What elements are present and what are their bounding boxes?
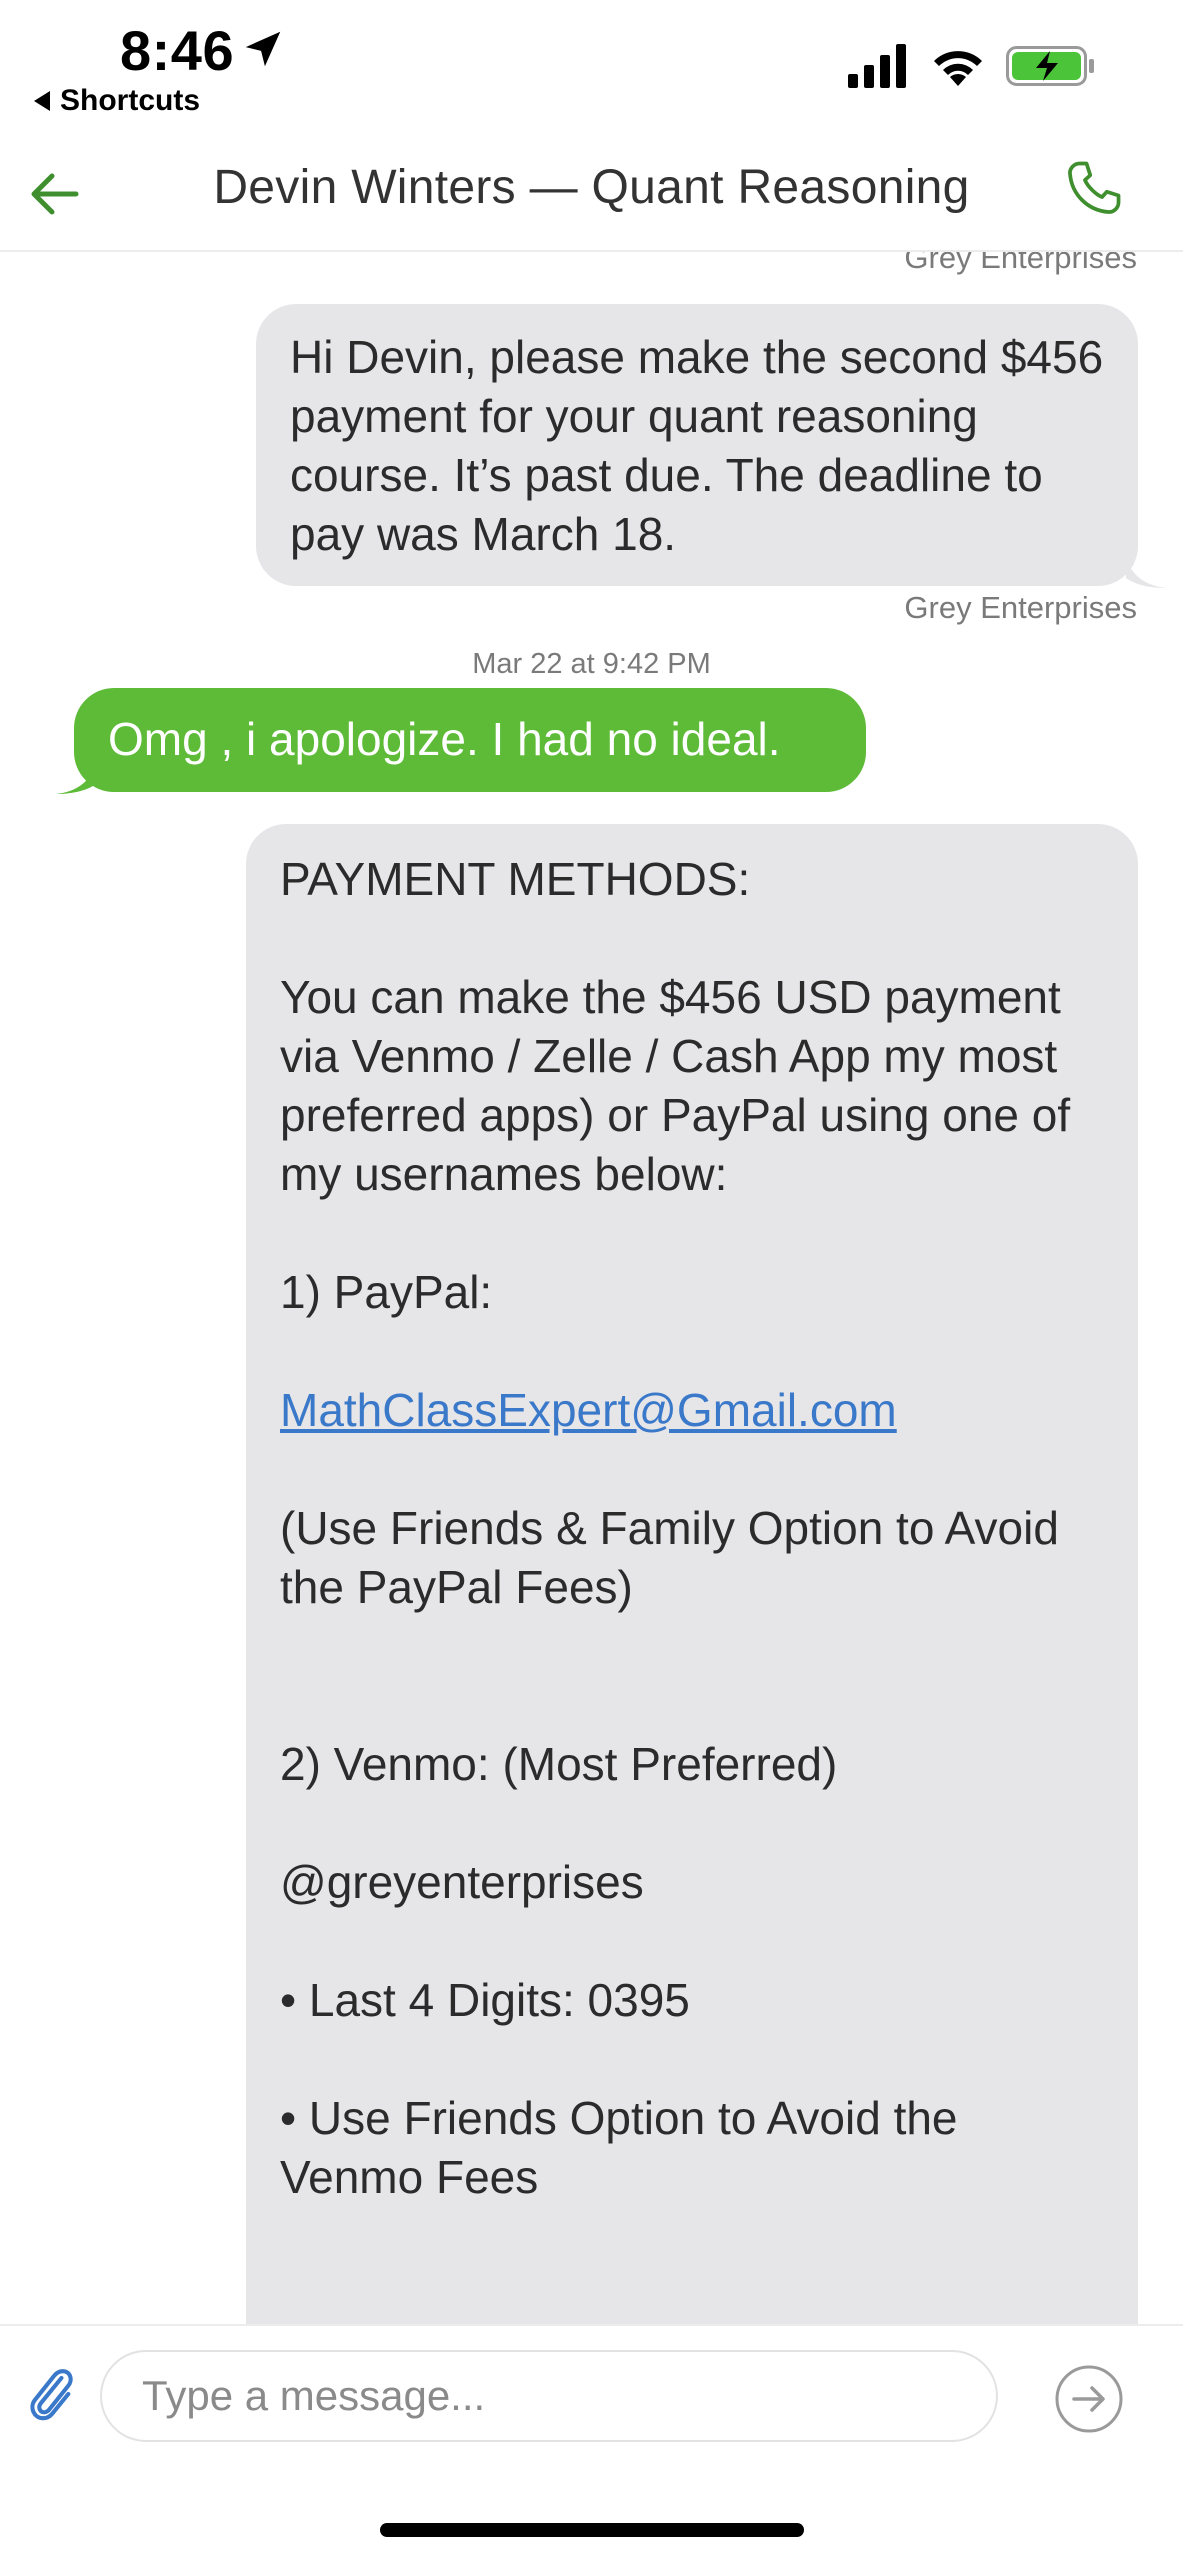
paypal-label: 1) PayPal: <box>280 1266 493 1318</box>
venmo-note: • Use Friends Option to Avoid the Venmo … <box>280 2092 971 2203</box>
message-bubble-outgoing[interactable]: Omg , i apologize. I had no ideal. <box>74 688 866 792</box>
back-triangle-icon <box>34 91 50 111</box>
message-bubble-incoming[interactable]: Hi Devin, please make the second $456 pa… <box>256 304 1138 586</box>
back-to-app-link[interactable]: Shortcuts <box>34 84 200 118</box>
paypal-email-link[interactable]: MathClassExpert@Gmail.com <box>280 1384 897 1436</box>
back-app-label: Shortcuts <box>60 84 201 117</box>
sender-label: Grey Enterprises <box>904 590 1137 625</box>
phone-icon[interactable] <box>1062 156 1126 220</box>
bubble-tail <box>1126 558 1166 588</box>
payment-intro: You can make the $456 USD payment via Ve… <box>280 971 1083 1200</box>
status-bar: 8:46 Shortcuts <box>0 0 1183 130</box>
conversation-title: Devin Winters — Quant Reasoning <box>213 161 970 214</box>
battery-charging-icon <box>1006 46 1094 86</box>
sender-label-top: Grey Enterprises <box>904 252 1137 275</box>
cellular-signal-icon <box>848 44 906 88</box>
location-arrow-icon <box>245 31 281 67</box>
paperclip-icon[interactable] <box>22 2362 78 2426</box>
venmo-digits: • Last 4 Digits: 0395 <box>280 1974 690 2026</box>
home-indicator[interactable] <box>380 2523 804 2537</box>
bubble-tail <box>56 764 96 794</box>
send-arrow-icon[interactable] <box>1054 2364 1124 2434</box>
venmo-label: 2) Venmo: (Most Preferred) <box>280 1738 838 1790</box>
status-time: 8:46 <box>120 19 235 82</box>
message-text: Omg , i apologize. I had no ideal. <box>108 713 781 765</box>
message-bubble-incoming[interactable]: PAYMENT METHODS: You can make the $456 U… <box>246 824 1138 2324</box>
conversation-header: Devin Winters — Quant Reasoning <box>0 130 1183 252</box>
message-composer <box>0 2324 1183 2442</box>
message-input[interactable] <box>100 2350 998 2442</box>
payment-heading: PAYMENT METHODS: <box>280 853 751 905</box>
message-timestamp: Mar 22 at 9:42 PM <box>472 648 711 680</box>
message-thread[interactable]: Grey Enterprises Hi Devin, please make t… <box>0 252 1183 2324</box>
paypal-note: (Use Friends & Family Option to Avoid th… <box>280 1502 1072 1613</box>
venmo-handle: @greyenterprises <box>280 1856 644 1908</box>
wifi-icon <box>934 51 982 86</box>
message-text: Hi Devin, please make the second $456 pa… <box>290 331 1116 560</box>
